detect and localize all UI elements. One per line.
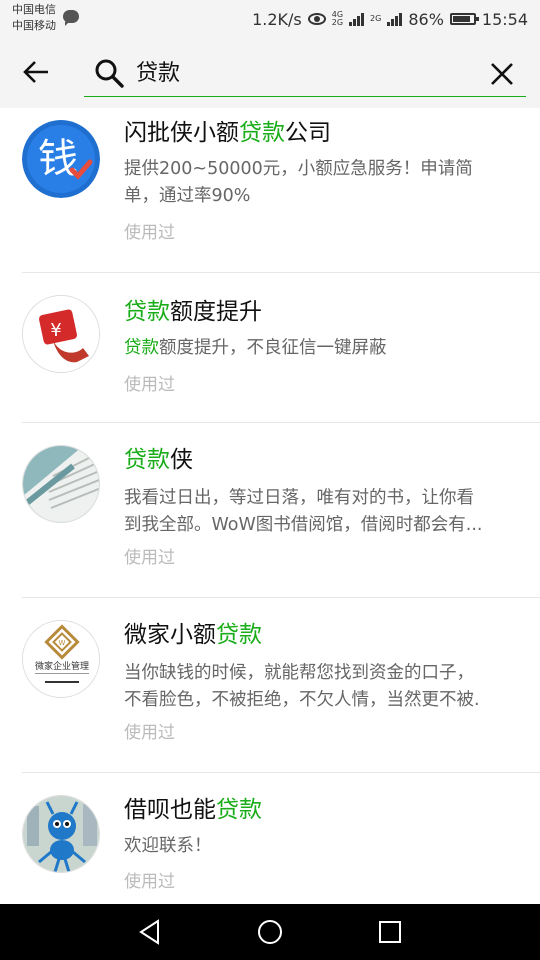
result-description: 欢迎联系！	[124, 833, 524, 860]
used-badge: 使用过	[124, 872, 175, 892]
desc-line: 我看过日出，等过日落，唯有对的书，让你看	[124, 488, 474, 508]
search-input[interactable]: 贷款	[136, 60, 180, 88]
desc-line: 贷款额度提升，不良征信一键屏蔽	[124, 335, 524, 362]
title-pre: 闪批侠小额	[124, 120, 239, 146]
home-circle-icon[interactable]	[256, 918, 284, 946]
status-bar: 中国电信 中国移动 1.2K/s 4G 2G 2G 86% 15:54	[0, 0, 540, 38]
used-badge: 使用过	[124, 548, 175, 568]
list-item[interactable]: 借呗也能贷款 欢迎联系！ 使用过	[22, 773, 540, 904]
svg-text:钱: 钱	[38, 136, 78, 182]
list-item[interactable]: 贷款侠 我看过日出，等过日落，唯有对的书，让你看 到我全部。WoW图书借阅馆，借…	[22, 423, 540, 598]
result-title: 借呗也能贷款	[124, 795, 262, 825]
network-type-2-icon: 2G	[370, 14, 382, 23]
net-type-bottom: 2G	[331, 18, 344, 27]
system-nav-bar	[0, 904, 540, 960]
search-bar[interactable]: 贷款	[84, 52, 526, 97]
list-item[interactable]: W 微家企业管理 微家小额贷款 当你缺钱的时候，就能帮您找到资金的口子， 不看脸…	[22, 598, 540, 773]
status-indicators: 1.2K/s 4G 2G 2G 86% 15:54	[252, 8, 528, 30]
result-title: 闪批侠小额贷款公司	[124, 118, 331, 148]
title-pre: 微家小额	[124, 622, 216, 648]
signal-1-icon	[349, 12, 365, 26]
back-arrow-icon[interactable]	[22, 58, 50, 86]
desc-line: 欢迎联系！	[124, 836, 212, 856]
svg-text:微家企业管理: 微家企业管理	[35, 660, 89, 672]
recents-square-icon[interactable]	[376, 918, 404, 946]
title-post: 侠	[170, 447, 193, 473]
qian-character-logo-icon: 钱	[22, 120, 100, 198]
title-highlight: 贷款	[124, 447, 170, 473]
carrier-info: 中国电信 中国移动	[12, 2, 56, 34]
title-post: 额度提升	[170, 299, 262, 325]
used-badge: 使用过	[124, 375, 175, 395]
list-item[interactable]: ¥ 贷款额度提升 贷款额度提升，不良征信一键屏蔽 使用过	[22, 273, 540, 423]
used-badge: 使用过	[124, 223, 175, 243]
title-highlight: 贷款	[239, 120, 285, 146]
result-description: 贷款额度提升，不良征信一键屏蔽	[124, 335, 524, 362]
search-header: 贷款	[0, 38, 540, 108]
eye-comfort-icon	[307, 13, 326, 25]
network-type-icon: 4G 2G	[332, 11, 343, 27]
carrier-2: 中国移动	[12, 19, 56, 32]
message-notification-icon	[63, 10, 79, 26]
search-results-list: 钱 闪批侠小额贷款公司 提供200~50000元，小额应急服务！申请简 单，通过…	[0, 108, 540, 904]
result-description: 提供200~50000元，小额应急服务！申请简 单，通过率90%	[124, 156, 524, 210]
search-icon	[95, 59, 124, 88]
title-pre: 借呗也能	[124, 797, 216, 823]
battery-icon	[449, 13, 479, 25]
clock: 15:54	[481, 9, 528, 29]
ant-mascot-logo-icon	[22, 795, 100, 873]
result-title: 贷款额度提升	[124, 297, 262, 327]
title-highlight: 贷款	[124, 299, 170, 325]
desc-line: 单，通过率90%	[124, 186, 251, 206]
result-title: 微家小额贷款	[124, 620, 262, 650]
desc-line: 当你缺钱的时候，就能帮您找到资金的口子，	[124, 663, 474, 683]
used-badge: 使用过	[124, 723, 175, 743]
carrier-1: 中国电信	[12, 3, 56, 16]
svg-text:¥: ¥	[50, 320, 61, 341]
svg-text:W: W	[59, 639, 66, 647]
clear-search-icon[interactable]	[488, 60, 516, 88]
desc-line: 到我全部。WoW图书借阅馆，借阅时都会有...	[124, 515, 483, 535]
title-post: 公司	[285, 120, 331, 146]
weijia-logo-icon: W 微家企业管理	[22, 620, 100, 698]
title-highlight: 贷款	[216, 622, 262, 648]
signal-2-icon	[387, 12, 403, 26]
battery-percent: 86%	[408, 9, 444, 29]
book-page-photo-icon	[22, 445, 100, 523]
title-highlight: 贷款	[216, 797, 262, 823]
result-title: 贷款侠	[124, 445, 193, 475]
network-speed: 1.2K/s	[252, 9, 302, 29]
back-triangle-icon[interactable]	[136, 918, 164, 946]
desc-line: 提供200~50000元，小额应急服务！申请简	[124, 159, 473, 179]
result-description: 我看过日出，等过日落，唯有对的书，让你看 到我全部。WoW图书借阅馆，借阅时都会…	[124, 485, 524, 539]
desc-highlight: 贷款	[124, 338, 159, 358]
desc-line: 不看脸色，不被拒绝，不欠人情，当然更不被.	[124, 690, 480, 710]
result-description: 当你缺钱的时候，就能帮您找到资金的口子， 不看脸色，不被拒绝，不欠人情，当然更不…	[124, 660, 524, 714]
desc-text: 额度提升，不良征信一键屏蔽	[159, 338, 387, 358]
yen-hand-logo-icon: ¥	[22, 295, 100, 373]
list-item[interactable]: 钱 闪批侠小额贷款公司 提供200~50000元，小额应急服务！申请简 单，通过…	[22, 108, 540, 273]
